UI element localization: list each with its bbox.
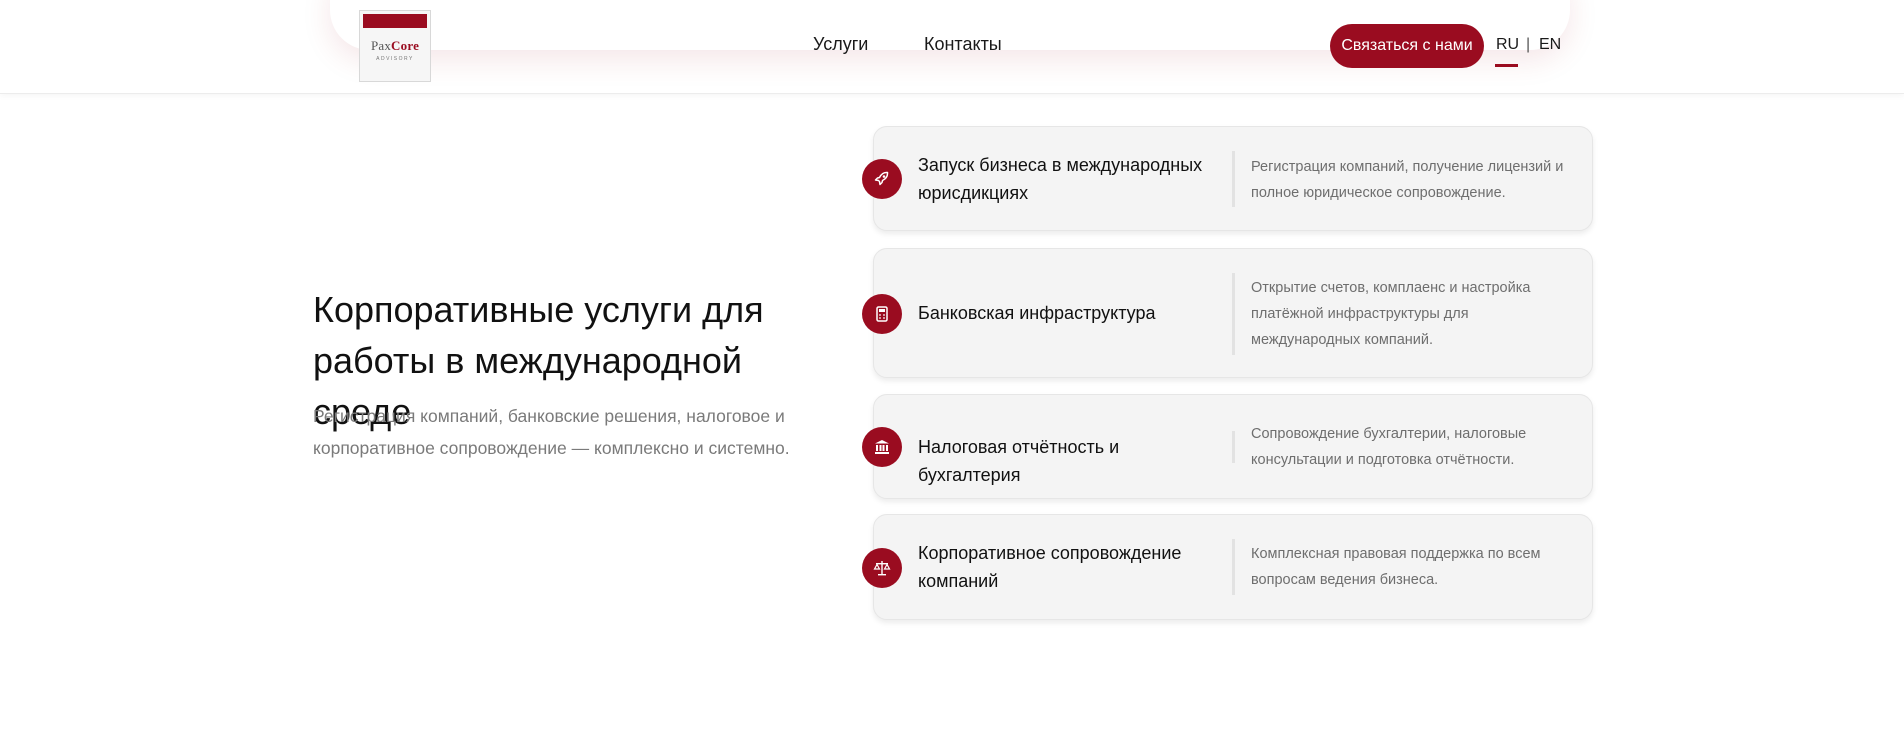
service-title: Налоговая отчётность и бухгалтерия [918,437,1120,485]
card-divider [1232,273,1235,355]
hero-subtitle: Регистрация компаний, банковские решения… [313,406,790,458]
contact-us-button[interactable]: Связаться с нами [1330,24,1484,68]
service-description: Сопровождение бухгалтерии, налоговые кон… [1251,426,1527,468]
service-card-tax[interactable]: Налоговая отчётность и бухгалтерия Сопро… [862,394,1593,499]
lang-en-link[interactable]: EN [1539,36,1561,54]
service-card-banking[interactable]: Банковская инфраструктура Открытие счето… [862,248,1593,378]
card-divider [1232,431,1235,463]
service-description: Комплексная правовая поддержка по всем в… [1251,546,1541,588]
card-divider [1232,539,1235,595]
logo-bar [363,14,427,28]
service-card-corporate[interactable]: Корпоративное сопровождение компаний Ком… [862,514,1593,620]
service-title: Запуск бизнеса в международных юрисдикци… [918,155,1203,203]
calculator-icon [862,294,902,334]
service-title: Корпоративное сопровождение компаний [918,543,1182,591]
service-description: Открытие счетов, комплаенс и настройка п… [1251,280,1531,348]
nav-link-contacts[interactable]: Контакты [924,34,1002,55]
lang-ru-link[interactable]: RU [1496,36,1519,54]
active-lang-indicator [1495,64,1518,67]
bank-building-icon [862,427,902,467]
logo-subtitle: ADVISORY [376,56,414,62]
service-card-business-launch[interactable]: Запуск бизнеса в международных юрисдикци… [862,126,1593,231]
rocket-icon [862,159,902,199]
lang-separator: | [1526,36,1531,53]
scales-icon [862,548,902,588]
service-title: Банковская инфраструктура [918,303,1156,323]
nav-link-services[interactable]: Услуги [813,34,868,55]
company-logo[interactable]: PaxCore ADVISORY [359,10,431,82]
site-header: PaxCore ADVISORY Услуги Контакты Связать… [0,0,1904,94]
service-description: Регистрация компаний, получение лицензий… [1251,159,1564,201]
card-divider [1232,151,1235,207]
logo-name: PaxCore [370,38,420,53]
